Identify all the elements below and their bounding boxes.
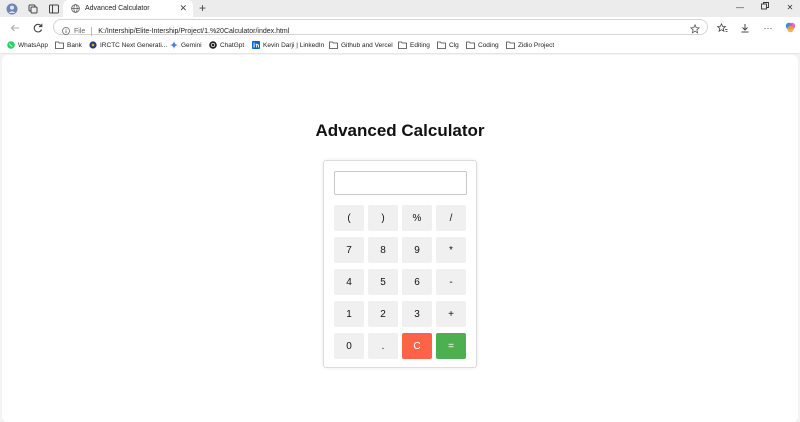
calculator-display[interactable] xyxy=(334,171,467,195)
whatsapp-icon xyxy=(6,41,15,49)
one-button[interactable]: 1 xyxy=(334,301,364,327)
clear-button[interactable]: C xyxy=(402,333,432,359)
bookmark-editing[interactable]: Editing xyxy=(398,41,430,49)
bookmark-coding[interactable]: Coding xyxy=(466,41,499,49)
bookmark-linkedin[interactable]: Kevin Darji | LinkedIn xyxy=(251,41,324,49)
vertical-tabs-icon[interactable] xyxy=(47,2,61,15)
multiply-button[interactable]: * xyxy=(436,237,466,263)
linkedin-icon xyxy=(251,41,260,49)
bookmark-gemini[interactable]: Gemini xyxy=(169,41,202,49)
tab-advanced-calculator[interactable]: Advanced Calculator ✕ xyxy=(63,0,193,17)
bookmark-chatgpt[interactable]: ChatGpt xyxy=(208,41,244,49)
url-divider xyxy=(91,26,93,36)
subtract-button[interactable]: - xyxy=(436,269,466,295)
bookmark-label: Editing xyxy=(410,41,430,49)
page-viewport: Advanced Calculator ()%/ 7 8 9 * 4 5 6- 1 2 3 +0. C = xyxy=(2,55,798,422)
folder-icon xyxy=(466,41,475,49)
bookmark-label: Bank xyxy=(67,41,82,49)
globe-icon xyxy=(71,0,80,18)
percent-button[interactable]: % xyxy=(402,205,432,231)
irctc-icon xyxy=(88,41,97,49)
equals-button[interactable]: = xyxy=(436,333,466,359)
url-text[interactable]: K:/Intership/Elite-Intership/Project/1.%… xyxy=(98,28,289,35)
bookmark-label: Gemini xyxy=(181,41,202,49)
copilot-icon[interactable] xyxy=(783,21,797,34)
profile-avatar-icon[interactable] xyxy=(5,2,19,15)
page-title: Advanced Calculator xyxy=(315,121,485,140)
bookmark-irctc[interactable]: IRCTC Next Generati... xyxy=(88,41,167,49)
bookmark-label: Clg xyxy=(449,41,459,49)
favorite-star-icon[interactable] xyxy=(689,21,701,39)
folder-icon xyxy=(398,41,407,49)
folder-icon xyxy=(437,41,446,49)
bookmark-whatsapp[interactable]: WhatsApp xyxy=(6,41,48,49)
restore-icon[interactable] xyxy=(758,2,772,14)
three-button[interactable]: 3 xyxy=(402,301,432,327)
bookmark-clg[interactable]: Clg xyxy=(437,41,459,49)
bookmark-label: Zidio Project xyxy=(518,41,555,49)
back-arrow-icon[interactable] xyxy=(8,21,22,34)
reload-icon[interactable] xyxy=(31,21,45,34)
bookmark-zidio-project[interactable]: Zidio Project xyxy=(506,41,554,49)
minimize-icon[interactable]: — xyxy=(733,2,747,14)
seven-button[interactable]: 7 xyxy=(334,237,364,263)
bookmarks-bar: WhatsApp Bank IRCTC Next Generati... Gem… xyxy=(0,38,800,54)
five-button[interactable]: 5 xyxy=(368,269,398,295)
bookmark-label: Github and Vercel xyxy=(341,41,393,49)
six-button[interactable]: 6 xyxy=(402,269,432,295)
calculator-panel: ()%/ 7 8 9 * 4 5 6- 1 2 3 +0. C = xyxy=(323,160,477,368)
open-paren-button[interactable]: ( xyxy=(334,205,364,231)
address-bar[interactable]: File K:/Intership/Elite-Intership/Projec… xyxy=(53,19,708,36)
bookmark-github-vercel[interactable]: Github and Vercel xyxy=(329,41,393,49)
bookmark-bank[interactable]: Bank xyxy=(55,41,82,49)
four-button[interactable]: 4 xyxy=(334,269,364,295)
bookmark-label: Kevin Darji | LinkedIn xyxy=(263,41,325,49)
new-tab-icon[interactable]: + xyxy=(199,1,206,15)
divide-button[interactable]: / xyxy=(436,205,466,231)
two-button[interactable]: 2 xyxy=(368,301,398,327)
more-menu-icon[interactable]: ··· xyxy=(761,21,775,34)
gemini-icon xyxy=(169,41,178,49)
favorites-icon[interactable] xyxy=(715,21,729,34)
zero-button[interactable]: 0 xyxy=(334,333,364,359)
decimal-button[interactable]: . xyxy=(368,333,398,359)
close-window-icon[interactable]: ✕ xyxy=(783,2,797,14)
workspaces-icon[interactable] xyxy=(26,2,40,15)
bookmark-label: ChatGpt xyxy=(220,41,245,49)
url-scheme-label: File xyxy=(74,27,86,35)
close-paren-button[interactable]: ) xyxy=(368,205,398,231)
nine-button[interactable]: 9 xyxy=(402,237,432,263)
folder-icon xyxy=(55,41,64,49)
bookmark-label: WhatsApp xyxy=(18,41,48,49)
tab-strip: Advanced Calculator ✕ + — ✕ xyxy=(0,0,800,17)
downloads-icon[interactable] xyxy=(738,21,752,34)
chatgpt-icon xyxy=(208,41,217,49)
folder-icon xyxy=(506,41,515,49)
bookmark-label: IRCTC Next Generati... xyxy=(100,41,168,49)
eight-button[interactable]: 8 xyxy=(368,237,398,263)
folder-icon xyxy=(329,41,338,49)
tab-close-icon[interactable]: ✕ xyxy=(179,3,187,13)
add-button[interactable]: + xyxy=(436,301,466,327)
browser-toolbar: File K:/Intership/Elite-Intership/Projec… xyxy=(0,17,800,38)
tab-title: Advanced Calculator xyxy=(85,5,150,12)
bookmark-label: Coding xyxy=(478,41,499,49)
